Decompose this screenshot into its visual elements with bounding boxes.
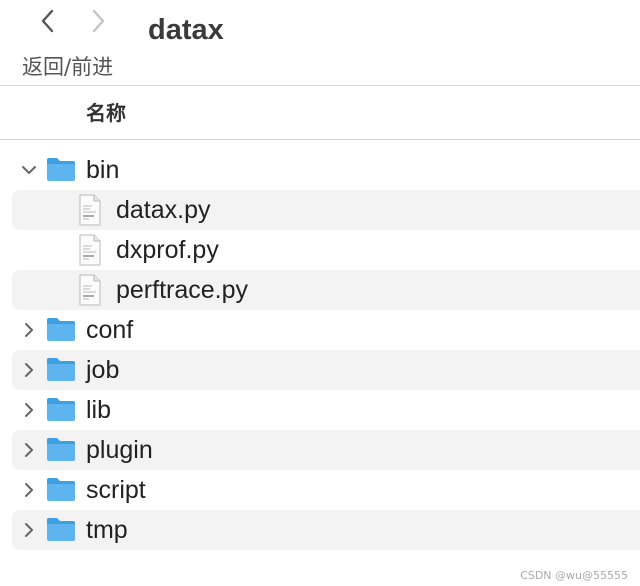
folder-icon xyxy=(46,476,76,502)
python-file-icon xyxy=(78,274,102,306)
header-divider xyxy=(0,139,640,140)
file-row[interactable]: dxprof.py xyxy=(12,230,640,270)
disclosure-collapsed-button[interactable] xyxy=(20,441,38,459)
item-name: dxprof.py xyxy=(116,236,219,264)
item-name: lib xyxy=(86,396,112,424)
chevron-right-icon xyxy=(25,443,33,457)
python-file-icon xyxy=(78,194,102,226)
chevron-right-icon xyxy=(25,483,33,497)
folder-icon xyxy=(46,436,76,462)
chevron-down-icon xyxy=(22,166,36,174)
item-name: job xyxy=(86,356,120,384)
folder-row[interactable]: lib xyxy=(12,390,640,430)
file-list: bin datax.py dxprof.py perftrace.py conf job l… xyxy=(12,150,640,550)
item-name: tmp xyxy=(86,516,128,544)
chevron-right-icon xyxy=(25,363,33,377)
folder-row[interactable]: tmp xyxy=(12,510,640,550)
chevron-left-icon xyxy=(41,9,54,33)
toolbar: datax 返回/前进 xyxy=(0,0,640,86)
folder-icon xyxy=(46,356,76,382)
folder-icon xyxy=(46,156,76,182)
disclosure-collapsed-button[interactable] xyxy=(20,521,38,539)
forward-button[interactable] xyxy=(84,6,112,36)
file-row[interactable]: perftrace.py xyxy=(12,270,640,310)
chevron-right-icon xyxy=(92,9,105,33)
disclosure-collapsed-button[interactable] xyxy=(20,401,38,419)
folder-row[interactable]: bin xyxy=(12,150,640,190)
chevron-right-icon xyxy=(25,403,33,417)
disclosure-expanded-button[interactable] xyxy=(20,161,38,179)
folder-row[interactable]: plugin xyxy=(12,430,640,470)
python-file-icon xyxy=(78,234,102,266)
item-name: script xyxy=(86,476,146,504)
folder-row[interactable]: job xyxy=(12,350,640,390)
chevron-right-icon xyxy=(25,323,33,337)
folder-row[interactable]: script xyxy=(12,470,640,510)
folder-icon xyxy=(46,516,76,542)
folder-icon xyxy=(46,396,76,422)
item-name: conf xyxy=(86,316,134,344)
disclosure-collapsed-button[interactable] xyxy=(20,481,38,499)
window-title: datax xyxy=(148,14,224,46)
item-name: plugin xyxy=(86,436,153,464)
watermark: CSDN @wu@55555 xyxy=(520,569,628,582)
item-name: perftrace.py xyxy=(116,276,249,304)
column-header-name[interactable]: 名称 xyxy=(86,97,126,126)
folder-row[interactable]: conf xyxy=(12,310,640,350)
disclosure-collapsed-button[interactable] xyxy=(20,321,38,339)
disclosure-collapsed-button[interactable] xyxy=(20,361,38,379)
toolbar-divider xyxy=(0,85,640,86)
back-button[interactable] xyxy=(34,6,62,36)
folder-icon xyxy=(46,316,76,342)
file-row[interactable]: datax.py xyxy=(12,190,640,230)
nav-label: 返回/前进 xyxy=(22,55,114,79)
chevron-right-icon xyxy=(25,523,33,537)
item-name: bin xyxy=(86,156,120,184)
item-name: datax.py xyxy=(116,196,211,224)
